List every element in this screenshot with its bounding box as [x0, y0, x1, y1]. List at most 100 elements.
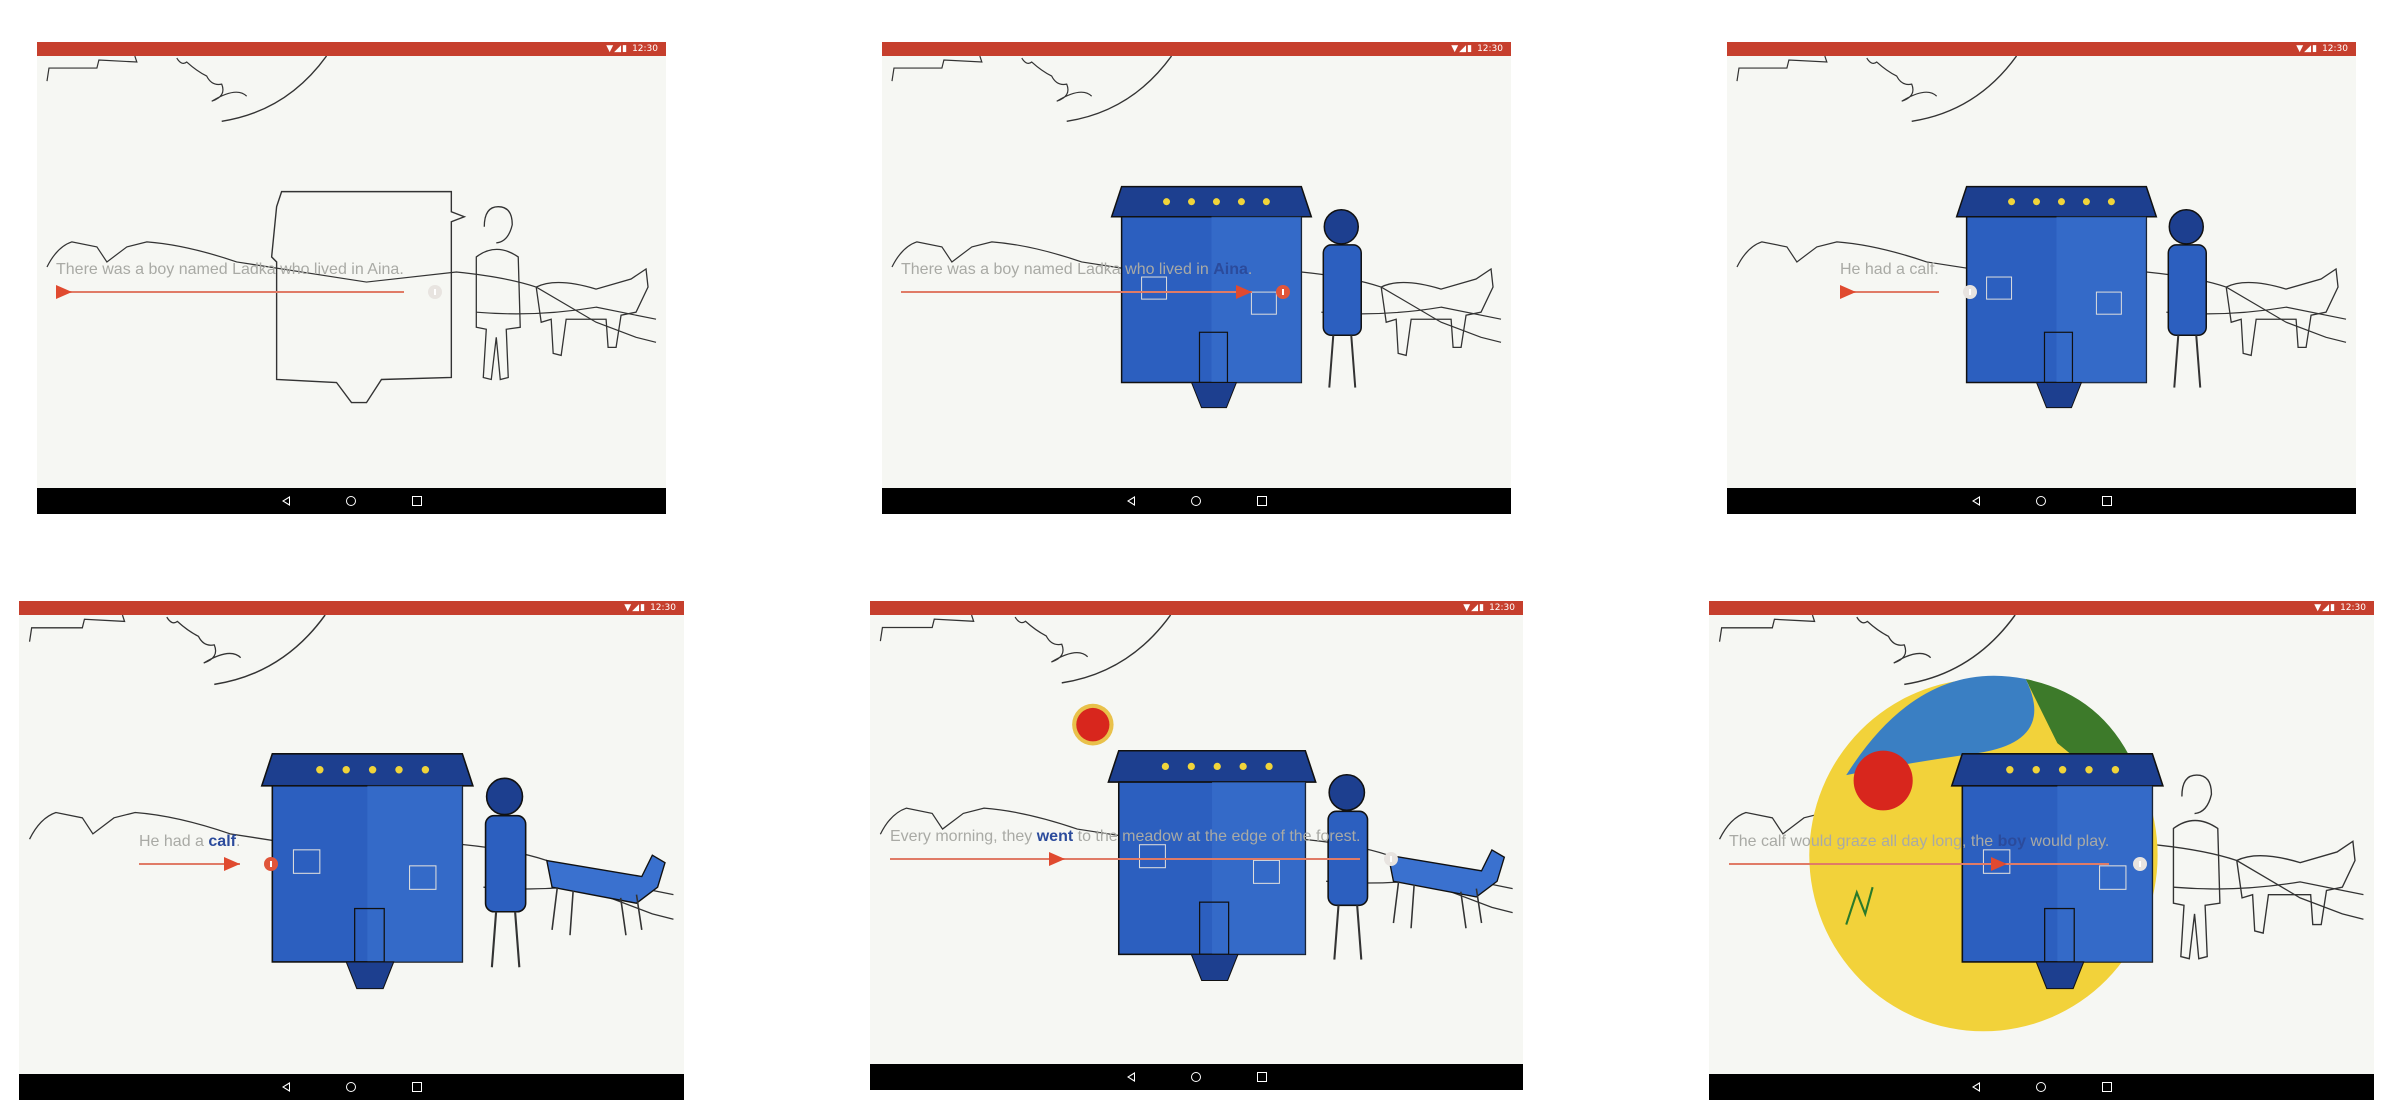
calf-illustration — [545, 854, 666, 936]
android-nav-bar — [882, 488, 1511, 514]
status-icons: ▼◢▮ — [1451, 44, 1474, 54]
story-caption: He had a calf. — [1840, 261, 1939, 279]
status-icons: ▼◢▮ — [624, 603, 647, 613]
house-illustration — [260, 752, 474, 990]
status-time: 12:30 — [1489, 603, 1515, 613]
tablet-screen-6: ▼◢▮ 12:30 The calf would graze all day lon… — [1709, 601, 2374, 1100]
caption-text: The calf would graze all day long, the — [1729, 833, 1998, 850]
progress-arrow-icon[interactable] — [1048, 852, 1065, 866]
boy-illustration — [2167, 208, 2207, 388]
house-illustration — [1950, 752, 2164, 990]
progress-arrow-icon[interactable] — [1840, 285, 1856, 299]
progress-arrow-icon[interactable] — [56, 285, 72, 299]
status-time: 12:30 — [1477, 44, 1503, 54]
caption-text: There was a boy named Ladka who lived in… — [56, 261, 404, 278]
boy-illustration — [484, 777, 527, 968]
tablet-screen-4: ▼◢▮ 12:30 He had a calf. — [19, 601, 684, 1100]
progress-arrow-icon[interactable] — [1991, 857, 2008, 871]
highlighted-word: calf — [208, 833, 236, 850]
status-time: 12:30 — [632, 44, 658, 54]
caption-text: Every morning, they — [890, 828, 1037, 845]
progress-arrow-icon[interactable] — [1236, 285, 1252, 299]
reading-progress-track[interactable] — [890, 852, 1360, 866]
back-icon[interactable] — [1971, 1082, 1980, 1092]
highlighted-word: boy — [1997, 833, 2027, 850]
recents-icon[interactable] — [2101, 496, 2112, 506]
back-icon[interactable] — [281, 1082, 290, 1092]
status-time: 12:30 — [2340, 603, 2366, 613]
story-caption: He had a calf. — [139, 833, 240, 851]
back-icon[interactable] — [281, 496, 290, 506]
house-illustration — [1955, 185, 2158, 409]
status-bar: ▼◢▮ 12:30 — [870, 601, 1523, 615]
home-icon[interactable] — [345, 1082, 356, 1092]
recents-icon[interactable] — [411, 1082, 422, 1092]
sun-illustration — [1072, 703, 1114, 746]
story-caption: Every morning, they went to the meadow a… — [890, 828, 1360, 846]
status-time: 12:30 — [2322, 44, 2348, 54]
caption-text: . — [235, 833, 241, 850]
reading-progress-track[interactable] — [1840, 285, 1939, 299]
calf-illustration — [1387, 848, 1506, 929]
android-nav-bar — [1709, 1074, 2374, 1100]
home-icon[interactable] — [345, 496, 356, 506]
reading-progress-track[interactable] — [1729, 857, 2109, 871]
caption-text: He had a — [139, 833, 209, 850]
audio-toggle-icon[interactable] — [1384, 852, 1398, 866]
progress-line — [890, 858, 1360, 860]
recents-icon[interactable] — [2101, 1082, 2112, 1092]
story-caption: There was a boy named Ladka who lived in… — [56, 261, 404, 279]
reading-progress-track[interactable] — [901, 285, 1252, 299]
home-icon[interactable] — [1190, 496, 1201, 506]
story-caption: There was a boy named Ladka who lived in… — [901, 261, 1252, 279]
home-icon[interactable] — [1190, 1072, 1201, 1082]
story-illustration — [1736, 56, 2347, 409]
android-nav-bar — [870, 1064, 1523, 1090]
recents-icon[interactable] — [411, 496, 422, 506]
status-time: 12:30 — [650, 603, 676, 613]
caption-text: There was a boy named Ladka who lived in — [901, 261, 1214, 278]
android-nav-bar — [19, 1074, 684, 1100]
status-bar: ▼◢▮ 12:30 — [37, 42, 666, 56]
status-icons: ▼◢▮ — [606, 44, 629, 54]
audio-toggle-icon[interactable] — [2133, 857, 2147, 871]
progress-line — [1729, 863, 2109, 865]
back-icon[interactable] — [1126, 1072, 1135, 1082]
tablet-screen-1: ▼◢▮ 12:30 There was a boy named Ladka who … — [37, 42, 666, 514]
audio-toggle-icon[interactable] — [1276, 285, 1290, 299]
reading-progress-track[interactable] — [139, 857, 240, 871]
recents-icon[interactable] — [1256, 496, 1267, 506]
progress-line — [56, 291, 404, 293]
tablet-screen-2: ▼◢▮ 12:30 There was a boy named Ladka who … — [882, 42, 1511, 514]
status-icons: ▼◢▮ — [1463, 603, 1486, 613]
back-icon[interactable] — [1971, 496, 1980, 506]
recents-icon[interactable] — [1256, 1072, 1267, 1082]
status-icons: ▼◢▮ — [2296, 44, 2319, 54]
android-nav-bar — [1727, 488, 2356, 514]
status-bar: ▼◢▮ 12:30 — [1727, 42, 2356, 56]
caption-text: He had a calf. — [1840, 261, 1939, 278]
status-bar: ▼◢▮ 12:30 — [19, 601, 684, 615]
status-bar: ▼◢▮ 12:30 — [1709, 601, 2374, 615]
caption-text: to the meadow at the edge of the forest. — [1073, 828, 1361, 845]
tablet-screen-5: ▼◢▮ 12:30 Every morning, they went to the … — [870, 601, 1523, 1090]
status-bar: ▼◢▮ 12:30 — [882, 42, 1511, 56]
boy-illustration — [1327, 773, 1369, 960]
tablet-screen-3: ▼◢▮ 12:30 He had a calf. — [1727, 42, 2356, 514]
audio-toggle-icon[interactable] — [1963, 285, 1977, 299]
audio-toggle-icon[interactable] — [428, 285, 442, 299]
boy-illustration — [1322, 208, 1362, 388]
boy-illustration — [475, 206, 521, 381]
status-icons: ▼◢▮ — [2314, 603, 2337, 613]
progress-line — [901, 291, 1252, 293]
caption-text: would play. — [2026, 833, 2110, 850]
boy-illustration — [2172, 774, 2221, 960]
highlighted-word: went — [1036, 828, 1074, 845]
progress-arrow-icon[interactable] — [224, 857, 240, 871]
home-icon[interactable] — [2035, 496, 2046, 506]
audio-toggle-icon[interactable] — [264, 857, 278, 871]
reading-progress-track[interactable] — [56, 285, 404, 299]
story-caption: The calf would graze all day long, the b… — [1729, 833, 2109, 851]
home-icon[interactable] — [2035, 1082, 2046, 1092]
back-icon[interactable] — [1126, 496, 1135, 506]
